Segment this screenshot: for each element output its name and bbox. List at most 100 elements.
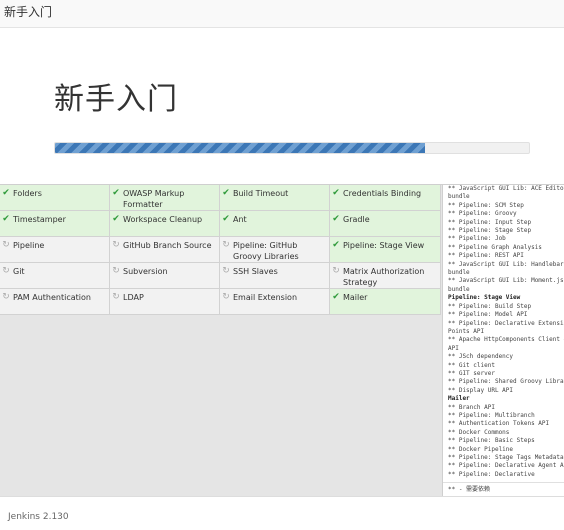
log-line: ** Pipeline: Declarative Agent API xyxy=(448,462,564,470)
plugin-install-panel: ✔ Folders ✔ OWASP Markup Formatter ✔ Build Ti… xyxy=(0,184,564,496)
refresh-icon: ↻ xyxy=(332,266,340,276)
log-line: ** Pipeline: Groovy xyxy=(448,210,517,218)
plugin-cell: ✔ Folders xyxy=(0,185,110,211)
log-line: ** JavaScript GUI Lib: ACE Editor xyxy=(448,185,564,192)
page-footer: Jenkins 2.130 xyxy=(0,496,564,530)
log-line: ** Pipeline: SCM Step xyxy=(448,201,524,209)
plugin-name: Git xyxy=(13,267,25,276)
plugin-name: SSH Slaves xyxy=(233,267,278,276)
log-line: ** Pipeline: Basic Steps xyxy=(448,437,535,445)
log-plugin-heading: Pipeline: Stage View xyxy=(448,294,521,302)
log-line: ** Pipeline: Build Step xyxy=(448,302,532,310)
log-line: ** JavaScript GUI Lib: Handlebars xyxy=(448,260,564,268)
plugin-name: Mailer xyxy=(343,293,368,302)
plugin-name: Pipeline xyxy=(13,241,45,250)
check-icon: ✔ xyxy=(2,188,10,198)
title-bar: 新手入门 xyxy=(0,0,564,28)
log-line: bundle xyxy=(448,285,470,293)
plugin-name: Gradle xyxy=(343,215,370,224)
plugin-name: Timestamper xyxy=(13,215,66,224)
plugin-cell: ↻ SSH Slaves xyxy=(220,263,330,289)
plugin-name: Pipeline: Stage View xyxy=(343,241,425,250)
log-line: ** Pipeline: Declarative xyxy=(448,470,535,478)
log-line: ** JavaScript GUI Lib: Moment.js xyxy=(448,277,564,285)
plugin-cell: ✔ Ant xyxy=(220,211,330,237)
log-plugin-heading: Mailer xyxy=(448,395,470,403)
log-line: ** Docker Commons xyxy=(448,428,510,436)
plugin-name: GitHub Branch Source xyxy=(123,241,212,250)
plugin-cell: ✔ Gradle xyxy=(330,211,441,237)
page-title: 新手入门 xyxy=(54,82,178,117)
plugin-cell: ↻ Pipeline: GitHub Groovy Libraries xyxy=(220,237,330,263)
log-line: ** Pipeline: Model API xyxy=(448,311,528,319)
log-line: ** Authentication Tokens API xyxy=(448,420,550,428)
jenkins-version: Jenkins 2.130 xyxy=(8,512,69,522)
plugin-cell: ↻ Matrix Authorization Strategy xyxy=(330,263,441,289)
log-line: Points API xyxy=(448,327,485,335)
check-icon: ✔ xyxy=(112,188,120,198)
plugin-cell: ↻ Email Extension xyxy=(220,289,330,315)
check-icon: ✔ xyxy=(222,214,230,224)
log-line: ** Pipeline: REST API xyxy=(448,252,524,260)
log-line: bundle xyxy=(448,193,470,201)
check-icon: ✔ xyxy=(332,188,340,198)
plugin-name: LDAP xyxy=(123,293,144,302)
refresh-icon: ↻ xyxy=(222,240,230,250)
plugin-cell: ✔ Mailer xyxy=(330,289,441,315)
check-icon: ✔ xyxy=(332,214,340,224)
refresh-icon: ↻ xyxy=(2,266,10,276)
refresh-icon: ↻ xyxy=(222,266,230,276)
plugin-name: PAM Authentication xyxy=(13,293,91,302)
plugin-row: ↻ Pipeline ↻ GitHub Branch Source ↻ Pipeline:… xyxy=(0,237,441,263)
log-line: ** Branch API xyxy=(448,403,495,411)
plugin-cell: ↻ Pipeline xyxy=(0,237,110,263)
plugin-cell: ↻ LDAP xyxy=(110,289,220,315)
log-line: ** Pipeline: Stage Tags Metadata xyxy=(448,454,564,461)
plugin-cell: ✔ Credentials Binding xyxy=(330,185,441,211)
log-line: ** Pipeline: Input Step xyxy=(448,218,532,226)
check-icon: ✔ xyxy=(2,214,10,224)
log-line: ** JSch dependency xyxy=(448,353,514,361)
log-line: API xyxy=(448,344,459,352)
plugin-cell: ↻ PAM Authentication xyxy=(0,289,110,315)
plugin-name: Credentials Binding xyxy=(343,189,422,198)
plugin-name: Pipeline: GitHub Groovy Libraries xyxy=(233,241,299,261)
log-line: ** Pipeline: Declarative Extension xyxy=(448,319,564,327)
plugin-row: ↻ PAM Authentication ↻ LDAP ↻ Email Extension… xyxy=(0,289,441,315)
plugin-cell: ✔ Workspace Cleanup xyxy=(110,211,220,237)
plugin-cell: ✔ Build Timeout xyxy=(220,185,330,211)
log-line: ** Docker Pipeline xyxy=(448,445,514,453)
plugin-cell: ↻ Git xyxy=(0,263,110,289)
plugin-name: Workspace Cleanup xyxy=(123,215,203,224)
plugin-grid: ✔ Folders ✔ OWASP Markup Formatter ✔ Build Ti… xyxy=(0,185,441,315)
log-line: ** Pipeline: Stage Step xyxy=(448,227,532,235)
plugin-cell: ↻ Subversion xyxy=(110,263,220,289)
refresh-icon: ↻ xyxy=(2,240,10,250)
refresh-icon: ↻ xyxy=(112,266,120,276)
install-log-lines: ** JavaScript GUI Lib: ACE Editor bundle *… xyxy=(448,185,564,479)
install-log[interactable]: ** JavaScript GUI Lib: ACE Editor bundle *… xyxy=(442,185,564,496)
refresh-icon: ↻ xyxy=(112,240,120,250)
plugin-cell: ✔ Pipeline: Stage View xyxy=(330,237,441,263)
install-log-legend: ** - 需要依赖 xyxy=(443,482,564,496)
install-progress-bar xyxy=(54,142,530,154)
check-icon: ✔ xyxy=(332,240,340,250)
plugin-row: ✔ Folders ✔ OWASP Markup Formatter ✔ Build Ti… xyxy=(0,185,441,211)
hero-section: 新手入门 xyxy=(0,29,564,184)
refresh-icon: ↻ xyxy=(112,292,120,302)
plugin-name: OWASP Markup Formatter xyxy=(123,189,185,209)
plugin-name: Email Extension xyxy=(233,293,298,302)
plugin-row: ✔ Timestamper ✔ Workspace Cleanup ✔ Ant ✔ Gradl… xyxy=(0,211,441,237)
refresh-icon: ↻ xyxy=(222,292,230,302)
plugin-row: ↻ Git ↻ Subversion ↻ SSH Slaves ↻ Matrix Author… xyxy=(0,263,441,289)
check-icon: ✔ xyxy=(112,214,120,224)
plugin-name: Subversion xyxy=(123,267,168,276)
plugin-cell: ↻ GitHub Branch Source xyxy=(110,237,220,263)
log-line: ** GIT server xyxy=(448,369,495,377)
window-title: 新手入门 xyxy=(4,5,53,19)
plugin-name: Matrix Authorization Strategy xyxy=(343,267,425,287)
check-icon: ✔ xyxy=(332,292,340,302)
log-line: bundle xyxy=(448,269,470,277)
log-line: ** Pipeline: Multibranch xyxy=(448,411,535,419)
progress-fill xyxy=(55,143,425,153)
